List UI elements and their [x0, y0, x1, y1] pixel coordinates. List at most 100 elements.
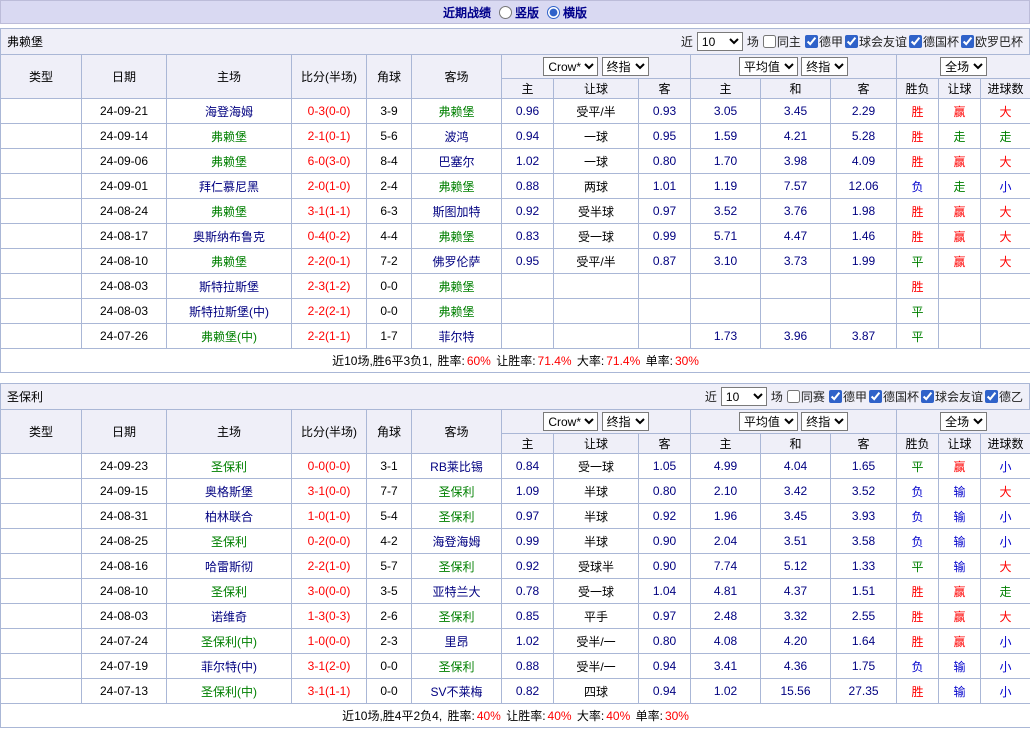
home-team-link[interactable]: 圣保利(中)	[166, 678, 292, 704]
home-team-link[interactable]: 哈雷斯彻	[166, 553, 292, 579]
scope-select[interactable]: 全场	[940, 412, 988, 431]
away-team-link[interactable]: 亚特兰大	[411, 578, 502, 604]
away-team-link[interactable]: 海登海姆	[411, 528, 502, 554]
league-filter[interactable]: 德甲	[828, 388, 867, 405]
asia-stage-select[interactable]: 终指	[601, 57, 649, 76]
score-cell[interactable]: 0-2(0-0)	[291, 528, 367, 554]
away-team-link[interactable]: 斯图加特	[411, 198, 502, 224]
score-cell[interactable]: 2-2(2-1)	[291, 298, 367, 324]
away-team-link[interactable]: 圣保利	[411, 503, 502, 529]
home-team-link[interactable]: 圣保利	[166, 578, 292, 604]
away-team-link[interactable]: SV不莱梅	[411, 678, 502, 704]
score-cell[interactable]: 3-1(2-0)	[291, 653, 367, 679]
euro-stage-select[interactable]: 终指	[801, 412, 849, 431]
score-cell[interactable]: 3-0(0-0)	[291, 578, 367, 604]
away-team-link[interactable]: 里昂	[411, 628, 502, 654]
away-team-link[interactable]: 巴塞尔	[411, 148, 502, 174]
league-filter-checkbox[interactable]	[828, 390, 842, 403]
home-team-link[interactable]: 圣保利	[166, 528, 292, 554]
score-cell[interactable]: 3-1(0-0)	[291, 478, 367, 504]
league-filter-checkbox[interactable]	[920, 390, 934, 403]
home-team-link[interactable]: 拜仁慕尼黑	[166, 173, 292, 199]
euro-home-odds: 2.04	[690, 528, 762, 554]
asia-source-select[interactable]: Crow*	[543, 57, 599, 76]
league-filter-checkbox[interactable]	[804, 35, 818, 48]
score-cell[interactable]: 1-3(0-3)	[291, 603, 367, 629]
euro-source-select[interactable]: 平均值	[738, 57, 798, 76]
league-filter[interactable]: 欧罗巴杯	[960, 33, 1023, 50]
home-team-link[interactable]: 圣保利	[166, 453, 292, 479]
asia-source-select[interactable]: Crow*	[543, 412, 599, 431]
away-team-link[interactable]: 圣保利	[411, 603, 502, 629]
league-filter[interactable]: 德甲	[804, 33, 843, 50]
home-team-link[interactable]: 弗赖堡	[166, 148, 292, 174]
score-cell[interactable]: 2-2(1-0)	[291, 553, 367, 579]
period-count-select[interactable]: 10	[696, 32, 743, 51]
away-team-link[interactable]: 弗赖堡	[411, 223, 502, 249]
asia-stage-select[interactable]: 终指	[601, 412, 649, 431]
home-team-link[interactable]: 斯特拉斯堡	[166, 273, 292, 299]
league-filter[interactable]: 德国杯	[868, 388, 919, 405]
score-cell[interactable]: 3-1(1-1)	[291, 678, 367, 704]
away-team-link[interactable]: 圣保利	[411, 653, 502, 679]
col-header-result-wdl: 胜负	[896, 78, 940, 99]
same-filter[interactable]: 同赛	[786, 388, 825, 405]
same-filter-checkbox[interactable]	[786, 390, 800, 403]
euro-source-select[interactable]: 平均值	[738, 412, 798, 431]
date-cell: 24-09-23	[81, 453, 167, 479]
away-team-link[interactable]: 弗赖堡	[411, 173, 502, 199]
home-team-link[interactable]: 菲尔特(中)	[166, 653, 292, 679]
away-team-link[interactable]: 弗赖堡	[411, 98, 502, 124]
home-team-link[interactable]: 弗赖堡	[166, 123, 292, 149]
score-cell[interactable]: 6-0(3-0)	[291, 148, 367, 174]
layout-option-vertical[interactable]: 竖版	[498, 4, 539, 21]
home-team-link[interactable]: 奥斯纳布鲁克	[166, 223, 292, 249]
league-filter-checkbox[interactable]	[984, 390, 998, 403]
layout-option-horizontal[interactable]: 横版	[547, 4, 587, 21]
euro-stage-select[interactable]: 终指	[801, 57, 849, 76]
score-cell[interactable]: 2-2(0-1)	[291, 248, 367, 274]
away-team-link[interactable]: 弗赖堡	[411, 273, 502, 299]
league-filter-checkbox[interactable]	[868, 390, 882, 403]
home-team-link[interactable]: 海登海姆	[166, 98, 292, 124]
score-cell[interactable]: 3-1(1-1)	[291, 198, 367, 224]
home-team-link[interactable]: 柏林联合	[166, 503, 292, 529]
score-cell[interactable]: 2-3(1-2)	[291, 273, 367, 299]
league-filter-checkbox[interactable]	[908, 35, 922, 48]
score-cell[interactable]: 0-0(0-0)	[291, 453, 367, 479]
period-count-select[interactable]: 10	[720, 387, 767, 406]
league-filter[interactable]: 德乙	[984, 388, 1023, 405]
layout-radio-vertical[interactable]	[498, 5, 512, 19]
euro-away-odds: 1.46	[830, 223, 898, 249]
away-team-link[interactable]: 圣保利	[411, 478, 502, 504]
home-team-link[interactable]: 弗赖堡(中)	[166, 323, 292, 349]
away-team-link[interactable]: 弗赖堡	[411, 298, 502, 324]
score-cell[interactable]: 1-0(0-0)	[291, 628, 367, 654]
same-filter[interactable]: 同主	[762, 33, 801, 50]
score-cell[interactable]: 2-2(1-1)	[291, 323, 367, 349]
home-team-link[interactable]: 圣保利(中)	[166, 628, 292, 654]
home-team-link[interactable]: 斯特拉斯堡(中)	[166, 298, 292, 324]
home-team-link[interactable]: 弗赖堡	[166, 248, 292, 274]
home-team-link[interactable]: 弗赖堡	[166, 198, 292, 224]
away-team-link[interactable]: 佛罗伦萨	[411, 248, 502, 274]
home-team-link[interactable]: 奥格斯堡	[166, 478, 292, 504]
away-team-link[interactable]: 菲尔特	[411, 323, 502, 349]
home-team-link[interactable]: 诺维奇	[166, 603, 292, 629]
away-team-link[interactable]: RB莱比锡	[411, 453, 502, 479]
league-filter[interactable]: 德国杯	[908, 33, 959, 50]
league-filter-checkbox[interactable]	[844, 35, 858, 48]
league-filter[interactable]: 球会友谊	[844, 33, 907, 50]
score-cell[interactable]: 0-3(0-0)	[291, 98, 367, 124]
away-team-link[interactable]: 波鸿	[411, 123, 502, 149]
score-cell[interactable]: 2-0(1-0)	[291, 173, 367, 199]
score-cell[interactable]: 2-1(0-1)	[291, 123, 367, 149]
scope-select[interactable]: 全场	[940, 57, 988, 76]
away-team-link[interactable]: 圣保利	[411, 553, 502, 579]
same-filter-checkbox[interactable]	[762, 35, 776, 48]
layout-radio-horizontal[interactable]	[547, 5, 560, 19]
league-filter-checkbox[interactable]	[960, 35, 974, 48]
score-cell[interactable]: 1-0(1-0)	[291, 503, 367, 529]
league-filter[interactable]: 球会友谊	[920, 388, 983, 405]
score-cell[interactable]: 0-4(0-2)	[291, 223, 367, 249]
